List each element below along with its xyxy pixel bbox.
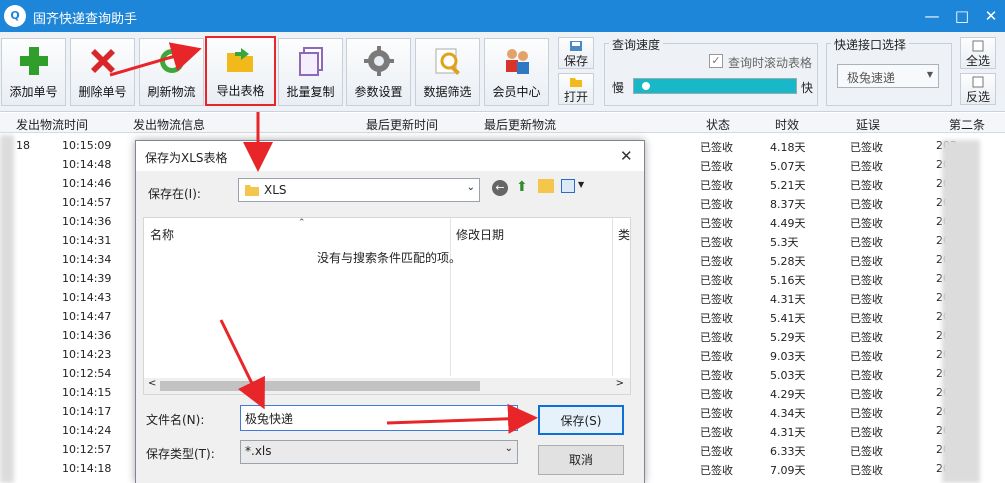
annotation-arrows [109,42,538,434]
arrow-to-export [109,42,202,77]
arrow-to-filename [219,319,265,410]
arrow-to-save [386,403,538,434]
